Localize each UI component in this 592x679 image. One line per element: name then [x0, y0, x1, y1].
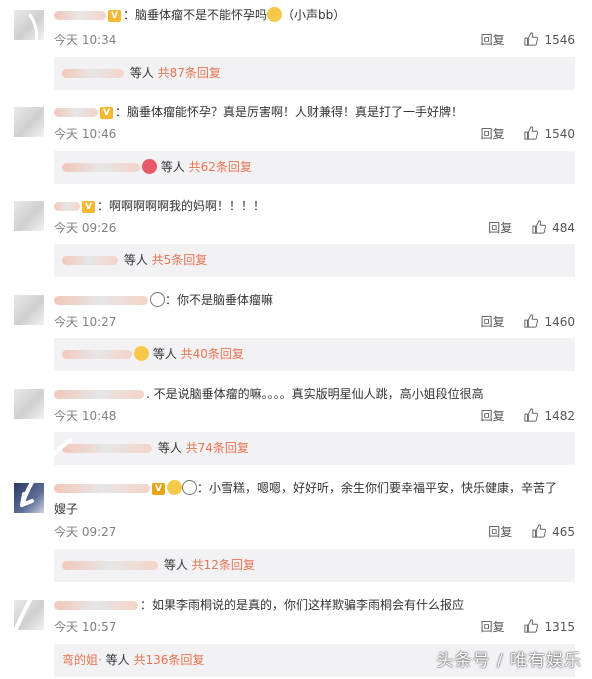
thumbs-up-icon[interactable] [532, 524, 546, 538]
comment-text: ：你不是脑垂体瘤嘛 [165, 293, 274, 307]
comment-text-tail: （小声bb） [282, 8, 346, 22]
comment-text-continued: 嫂子 [54, 502, 79, 516]
comment-time: 今天 10:57 [54, 620, 117, 634]
comment-text: ：如果李雨桐说的是真的，你们这样欺骗李雨桐会有什么报应 [140, 598, 465, 612]
username-blurred[interactable] [54, 11, 106, 20]
reply-mid: 等人 [101, 653, 134, 667]
comment-text: ：啊啊啊啊啊我的妈啊！！！！ [97, 199, 266, 213]
like-count: 465 [552, 525, 575, 539]
comment-time: 今天 09:26 [54, 221, 117, 235]
reply-summary[interactable]: 等人 共5条回复 [54, 244, 575, 277]
reply-users-blurred [62, 561, 158, 570]
reply-user-name[interactable]: 弯的姐· [62, 653, 102, 667]
reply-summary[interactable]: 等人 共62条回复 [54, 151, 575, 184]
reply-count-link[interactable]: 共40条回复 [181, 347, 244, 361]
username-blurred[interactable] [54, 390, 144, 399]
reply-mid: 等人 [154, 441, 186, 455]
avatar[interactable] [14, 389, 44, 419]
reply-summary[interactable]: 等人 共40条回复 [54, 338, 575, 371]
like-count: 1460 [544, 315, 575, 329]
username-blurred[interactable] [54, 108, 98, 117]
emoji-icon [134, 346, 149, 361]
reply-summary[interactable]: 等人 共87条回复 [54, 57, 575, 90]
reply-count-link[interactable]: 共12条回复 [192, 558, 255, 572]
reply-users-blurred [62, 256, 118, 265]
reply-summary[interactable]: 等人 共12条回复 [54, 549, 575, 582]
reply-users-blurred [62, 444, 152, 453]
reply-summary[interactable]: 等人 共74条回复 [54, 432, 575, 465]
comment-text: ：小雪糕，嗯嗯，好好听，余生你们要幸福平安，快乐健康，辛苦了 [197, 481, 558, 495]
avatar[interactable] [14, 295, 44, 325]
panda-emoji-icon [182, 480, 197, 495]
reply-mid: 等人 [126, 66, 158, 80]
thumbs-up-icon[interactable] [524, 126, 538, 140]
like-count: 1482 [544, 409, 575, 423]
thumbs-up-icon[interactable] [524, 314, 538, 328]
reply-users-blurred [62, 163, 140, 172]
vip-badge-icon: V [152, 482, 165, 495]
reply-button[interactable]: 回复 [481, 33, 505, 47]
username-blurred[interactable] [54, 484, 150, 493]
comment-text: . 不是说脑垂体瘤的嘛。。。。真实版明星仙人跳，高小姐段位很高 [146, 387, 484, 401]
emoji-icon [142, 159, 157, 174]
comment-time: 今天 10:48 [54, 409, 117, 423]
watermark: 头条号 / 唯有娱乐 [436, 651, 582, 671]
reply-count-link[interactable]: 共5条回复 [152, 253, 208, 267]
comment-time: 今天 10:27 [54, 315, 117, 329]
vip-badge-icon: V [82, 200, 95, 213]
reply-button[interactable]: 回复 [488, 221, 512, 235]
avatar[interactable] [14, 483, 44, 513]
username-blurred[interactable] [54, 601, 138, 610]
like-count: 484 [552, 221, 575, 235]
like-count: 1315 [544, 620, 575, 634]
username-blurred[interactable] [54, 296, 148, 305]
avatar[interactable] [14, 10, 44, 40]
like-count: 1546 [544, 33, 575, 47]
vip-badge-icon: V [100, 106, 113, 119]
emoji-icon [167, 480, 182, 495]
emoji-icon [267, 7, 283, 22]
thumbs-up-icon[interactable] [532, 220, 546, 234]
reply-mid: 等人 [120, 253, 152, 267]
reply-button[interactable]: 回复 [488, 525, 512, 539]
comment-time: 今天 09:27 [54, 525, 117, 539]
panda-emoji-icon [150, 292, 165, 307]
avatar[interactable] [14, 600, 44, 630]
like-count: 1540 [544, 127, 575, 141]
comment-time: 今天 10:34 [54, 33, 117, 47]
reply-mid: 等人 [149, 347, 181, 361]
reply-mid: 等人 [157, 160, 189, 174]
thumbs-up-icon[interactable] [524, 408, 538, 422]
avatar[interactable] [14, 107, 44, 137]
reply-count-link[interactable]: 共74条回复 [186, 441, 249, 455]
username-blurred[interactable] [54, 202, 80, 211]
reply-button[interactable]: 回复 [481, 315, 505, 329]
thumbs-up-icon[interactable] [524, 32, 538, 46]
vip-badge-icon: V [108, 9, 121, 22]
thumbs-up-icon[interactable] [524, 619, 538, 633]
reply-button[interactable]: 回复 [481, 620, 505, 634]
avatar[interactable] [14, 201, 44, 231]
comment-text: ：脑垂体瘤能怀孕？真是厉害啊！人财兼得！真是打了一手好牌！ [115, 105, 464, 119]
reply-button[interactable]: 回复 [481, 127, 505, 141]
reply-users-blurred [62, 69, 124, 78]
reply-count-link[interactable]: 共62条回复 [189, 160, 252, 174]
reply-button[interactable]: 回复 [481, 409, 505, 423]
reply-count-link[interactable]: 共136条回复 [133, 653, 204, 667]
comment-time: 今天 10:46 [54, 127, 117, 141]
reply-count-link[interactable]: 共87条回复 [158, 66, 221, 80]
reply-mid: 等人 [160, 558, 192, 572]
comment-text: ：脑垂体瘤不是不能怀孕吗 [123, 8, 268, 22]
reply-users-blurred [62, 350, 132, 359]
